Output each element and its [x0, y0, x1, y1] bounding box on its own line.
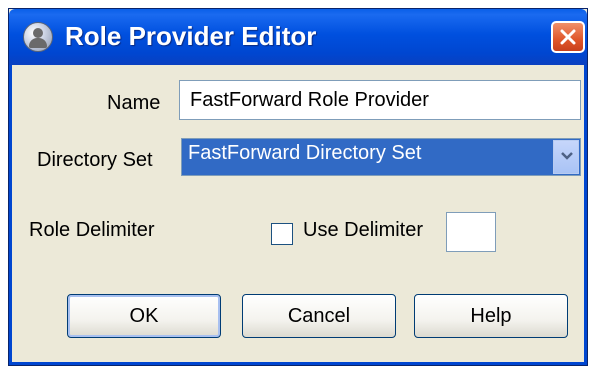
directory-set-label: Directory Set — [37, 149, 153, 171]
role-delimiter-label: Role Delimiter — [29, 219, 155, 241]
name-field[interactable] — [179, 80, 581, 120]
help-button[interactable]: Help — [414, 294, 568, 338]
ok-button[interactable]: OK — [67, 294, 221, 338]
dialog-title: Role Provider Editor — [65, 21, 317, 51]
delimiter-field[interactable] — [446, 212, 496, 252]
dropdown-arrow-button[interactable] — [553, 140, 579, 174]
close-icon — [560, 29, 576, 45]
name-label: Name — [107, 92, 161, 114]
use-delimiter-checkbox[interactable] — [271, 223, 293, 245]
role-provider-editor-dialog: Role Provider Editor Name Directory Set … — [8, 8, 588, 366]
directory-set-dropdown[interactable]: FastForward Directory Set — [181, 138, 581, 176]
close-button[interactable] — [551, 21, 585, 53]
chevron-down-icon — [561, 152, 573, 160]
use-delimiter-label[interactable]: Use Delimiter — [303, 219, 423, 242]
role-provider-icon — [23, 22, 53, 52]
cancel-button[interactable]: Cancel — [242, 294, 396, 338]
directory-set-selected: FastForward Directory Set — [188, 142, 422, 164]
title-bar[interactable]: Role Provider Editor — [9, 9, 587, 65]
